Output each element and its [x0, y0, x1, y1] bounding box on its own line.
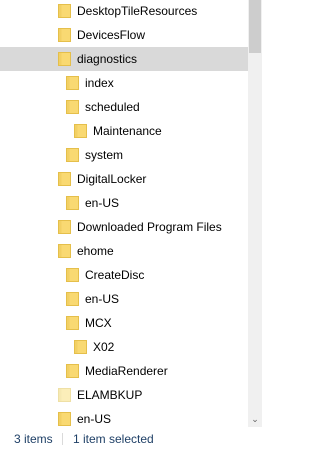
tree-item[interactable]: DesktopTileResources	[0, 0, 248, 23]
tree-item[interactable]: ELAMBKUP	[0, 383, 248, 407]
tree-item-label: en-US	[85, 292, 120, 306]
folder-icon	[58, 28, 71, 42]
item-count: 3 items	[14, 432, 53, 446]
tree-item[interactable]: scheduled	[0, 95, 248, 119]
folder-icon	[66, 316, 79, 330]
folder-icon	[74, 340, 87, 354]
tree-item-label: index	[85, 76, 114, 90]
tree-item-label: Maintenance	[93, 124, 162, 138]
tree-item[interactable]: diagnostics	[0, 47, 248, 71]
folder-icon	[66, 292, 79, 306]
tree-item-label: DevicesFlow	[77, 28, 146, 42]
folder-icon	[66, 100, 79, 114]
folder-tree: DesktopTileResources DevicesFlow diagnosti…	[0, 0, 248, 427]
folder-icon	[58, 244, 71, 258]
tree-item[interactable]: ehome	[0, 239, 248, 263]
tree-item-label: ELAMBKUP	[77, 388, 143, 402]
tree-item[interactable]: DevicesFlow	[0, 23, 248, 47]
folder-icon	[58, 412, 71, 426]
tree-item-label: Downloaded Program Files	[77, 220, 222, 234]
tree-item-label: MCX	[85, 316, 112, 330]
tree-item-label: DesktopTileResources	[77, 4, 198, 18]
tree-item[interactable]: en-US	[0, 287, 248, 311]
tree-item-label: en-US	[77, 412, 112, 426]
folder-icon	[58, 172, 71, 186]
tree-item-label: DigitalLocker	[77, 172, 147, 186]
status-bar: 3 items 1 item selected	[0, 427, 329, 451]
tree-item-label: diagnostics	[77, 52, 138, 66]
tree-item[interactable]: index	[0, 71, 248, 95]
tree-item[interactable]: en-US	[0, 191, 248, 215]
folder-icon	[58, 220, 71, 234]
folder-icon	[66, 148, 79, 162]
folder-icon	[66, 364, 79, 378]
folder-open-icon	[58, 52, 71, 66]
tree-item[interactable]: X02	[0, 335, 248, 359]
tree-item-label: CreateDisc	[85, 268, 145, 282]
tree-item-label: en-US	[85, 196, 120, 210]
tree-item[interactable]: DigitalLocker	[0, 167, 248, 191]
tree-item[interactable]: Downloaded Program Files	[0, 215, 248, 239]
vertical-scrollbar[interactable]: ⌄	[248, 0, 262, 427]
selection-count: 1 item selected	[73, 432, 154, 446]
folder-icon	[58, 4, 71, 18]
tree-item[interactable]: MCX	[0, 311, 248, 335]
folder-icon	[74, 124, 87, 138]
tree-item-label: scheduled	[85, 100, 140, 114]
tree-item[interactable]: MediaRenderer	[0, 359, 248, 383]
tree-item-label: X02	[93, 340, 115, 354]
tree-item-label: ehome	[77, 244, 114, 258]
folder-icon	[58, 388, 71, 402]
tree-item[interactable]: CreateDisc	[0, 263, 248, 287]
scroll-thumb[interactable]	[249, 0, 261, 53]
tree-item[interactable]: system	[0, 143, 248, 167]
scroll-down-arrow-icon[interactable]: ⌄	[248, 411, 262, 427]
folder-icon	[66, 196, 79, 210]
folder-icon	[66, 76, 79, 90]
tree-item-label: system	[85, 148, 124, 162]
folder-icon	[66, 268, 79, 282]
tree-item[interactable]: Maintenance	[0, 119, 248, 143]
tree-item-label: MediaRenderer	[85, 364, 168, 378]
status-divider	[62, 433, 63, 445]
